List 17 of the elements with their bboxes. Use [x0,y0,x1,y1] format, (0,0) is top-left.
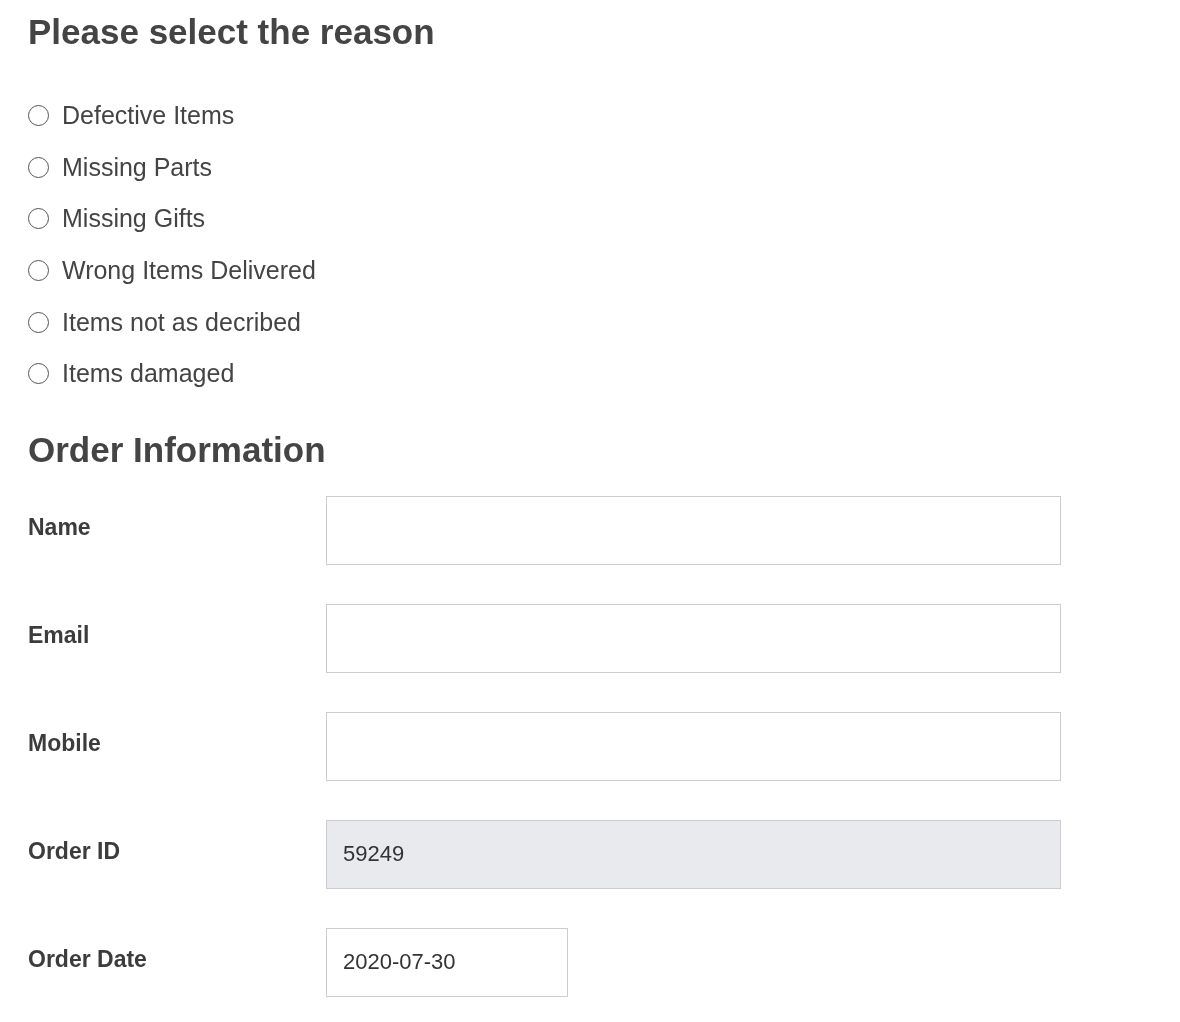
date-field[interactable]: 2020-07-30 [326,927,568,997]
radio-label[interactable]: Items damaged [62,359,235,389]
field-label: Mobile [28,729,102,757]
field-label: Email [28,621,91,649]
radio-label[interactable]: Items not as decribed [62,307,301,337]
radio-label[interactable]: Missing Gifts [62,204,206,234]
input-field[interactable] [326,603,1061,673]
input-field[interactable] [326,495,1061,565]
section-heading: Order Information [28,428,327,471]
field-label: Name [28,513,92,541]
radio-label[interactable]: Defective Items [62,101,235,131]
input-field[interactable] [326,711,1061,781]
field-label: Order Date [28,945,148,973]
section-heading: Please select the reason [28,11,436,53]
radio-label[interactable]: Wrong Items Delivered [62,256,316,286]
radio-label[interactable]: Missing Parts [62,152,213,182]
field-label: Order ID [28,837,122,865]
